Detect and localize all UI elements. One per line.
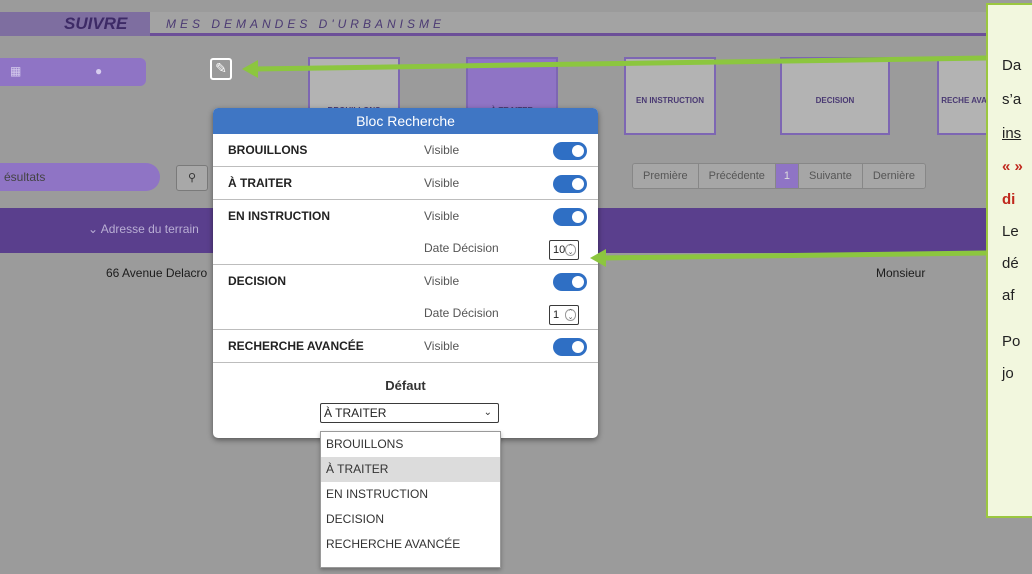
option-brouillons[interactable]: BROUILLONS bbox=[321, 432, 500, 457]
tab-label: EN INSTRUCTION bbox=[636, 96, 704, 105]
note-line: Le bbox=[1002, 223, 1019, 240]
note-line: dé bbox=[1002, 255, 1019, 272]
first-page-button[interactable]: Première bbox=[633, 164, 699, 188]
pagination: Première Précédente 1 Suivante Dernière bbox=[632, 163, 927, 189]
visible-label: Visible bbox=[424, 176, 460, 190]
setting-row-en-instruction: EN INSTRUCTION Visible Date Décision 10 ⌃… bbox=[213, 200, 598, 265]
app-header: SUIVRE MES DEMANDES D'URBANISME bbox=[0, 12, 1032, 36]
annotation-panel: Da s’a ins « » di Le dé af Po jo bbox=[986, 3, 1032, 518]
next-page-button[interactable]: Suivante bbox=[799, 164, 863, 188]
chevron-down-icon: ⌄ bbox=[483, 407, 492, 418]
visible-toggle[interactable] bbox=[553, 208, 587, 226]
setting-row-decision: DECISION Visible Date Décision 1 ⌃ ⌄ bbox=[213, 265, 598, 330]
row-person: Monsieur bbox=[876, 266, 926, 280]
note-line: ins bbox=[1002, 125, 1022, 142]
visible-label: Visible bbox=[424, 339, 460, 353]
row-name: BROUILLONS bbox=[228, 143, 308, 157]
option-a-traiter[interactable]: À TRAITER bbox=[321, 457, 500, 482]
default-label: Défaut bbox=[385, 378, 426, 393]
row-address: 66 Avenue Delacro bbox=[106, 266, 208, 280]
row-name: À TRAITER bbox=[228, 176, 292, 190]
setting-row-a-traiter: À TRAITER Visible bbox=[213, 167, 598, 200]
bloc-recherche-modal: Bloc Recherche BROUILLONS Visible À TRAI… bbox=[213, 108, 598, 438]
default-section: Défaut À TRAITER ⌄ bbox=[213, 363, 598, 438]
setting-row-brouillons: BROUILLONS Visible bbox=[213, 134, 598, 167]
note-line: di bbox=[1002, 191, 1016, 208]
option-recherche-avancee[interactable]: RECHERCHE AVANCÉE bbox=[321, 532, 500, 557]
visible-toggle[interactable] bbox=[553, 175, 587, 193]
date-decision-stepper[interactable]: 10 ⌃ ⌄ bbox=[549, 240, 579, 260]
page-title: MES DEMANDES D'URBANISME bbox=[166, 17, 445, 31]
visible-label: Visible bbox=[424, 209, 460, 223]
grid-icon[interactable]: ▦ bbox=[10, 64, 21, 78]
setting-row-recherche-avancee: RECHERCHE AVANCÉE Visible bbox=[213, 330, 598, 363]
tab-label: RECHE AVAN bbox=[941, 96, 993, 105]
search-input[interactable]: ésultats bbox=[0, 163, 160, 191]
visible-toggle[interactable] bbox=[553, 273, 587, 291]
visible-toggle[interactable] bbox=[553, 142, 587, 160]
stepper-value: 10 bbox=[553, 244, 566, 256]
tab-label: DECISION bbox=[815, 96, 855, 105]
modal-title: Bloc Recherche bbox=[213, 108, 598, 134]
row-name: DECISION bbox=[228, 274, 287, 288]
module-title: SUIVRE bbox=[0, 12, 150, 36]
note-line: s’a bbox=[1002, 91, 1022, 108]
default-select[interactable]: À TRAITER ⌄ bbox=[320, 403, 499, 423]
default-options-list: BROUILLONS À TRAITER EN INSTRUCTION DECI… bbox=[320, 431, 501, 568]
stepper-arrows-icon[interactable]: ⌃ ⌄ bbox=[565, 244, 576, 256]
select-value: À TRAITER bbox=[324, 406, 387, 420]
option-decision[interactable]: DECISION bbox=[321, 507, 500, 532]
note-line: Da bbox=[1002, 57, 1022, 74]
search-icon[interactable]: ⚲ bbox=[176, 165, 208, 191]
visible-label: Visible bbox=[424, 143, 460, 157]
visible-label: Visible bbox=[424, 274, 460, 288]
row-name: EN INSTRUCTION bbox=[228, 209, 330, 223]
prev-page-button[interactable]: Précédente bbox=[698, 164, 776, 188]
column-label: Adresse du terrain bbox=[100, 222, 199, 236]
note-line: Po bbox=[1002, 333, 1021, 350]
wrench-icon[interactable]: ✎ bbox=[210, 58, 232, 80]
tab-decision[interactable]: DECISION bbox=[780, 57, 890, 135]
current-page[interactable]: 1 bbox=[775, 164, 800, 188]
stepper-value: 1 bbox=[553, 309, 560, 321]
view-switcher[interactable]: ▦ ● bbox=[0, 58, 146, 86]
map-pin-icon[interactable]: ● bbox=[95, 64, 102, 78]
column-header-address[interactable]: ⌄ Adresse du terrain bbox=[88, 222, 199, 236]
date-decision-label: Date Décision bbox=[424, 241, 499, 255]
top-strip bbox=[0, 0, 1032, 12]
note-line: jo bbox=[1002, 365, 1014, 382]
option-en-instruction[interactable]: EN INSTRUCTION bbox=[321, 482, 500, 507]
tab-en-instruction[interactable]: EN INSTRUCTION bbox=[624, 57, 716, 135]
note-line: « » bbox=[1002, 158, 1023, 175]
row-name: RECHERCHE AVANCÉE bbox=[228, 339, 364, 353]
last-page-button[interactable]: Dernière bbox=[862, 164, 926, 188]
note-line: af bbox=[1002, 287, 1015, 304]
date-decision-stepper[interactable]: 1 ⌃ ⌄ bbox=[549, 305, 579, 325]
stepper-arrows-icon[interactable]: ⌃ ⌄ bbox=[565, 309, 576, 321]
visible-toggle[interactable] bbox=[553, 338, 587, 356]
date-decision-label: Date Décision bbox=[424, 306, 499, 320]
